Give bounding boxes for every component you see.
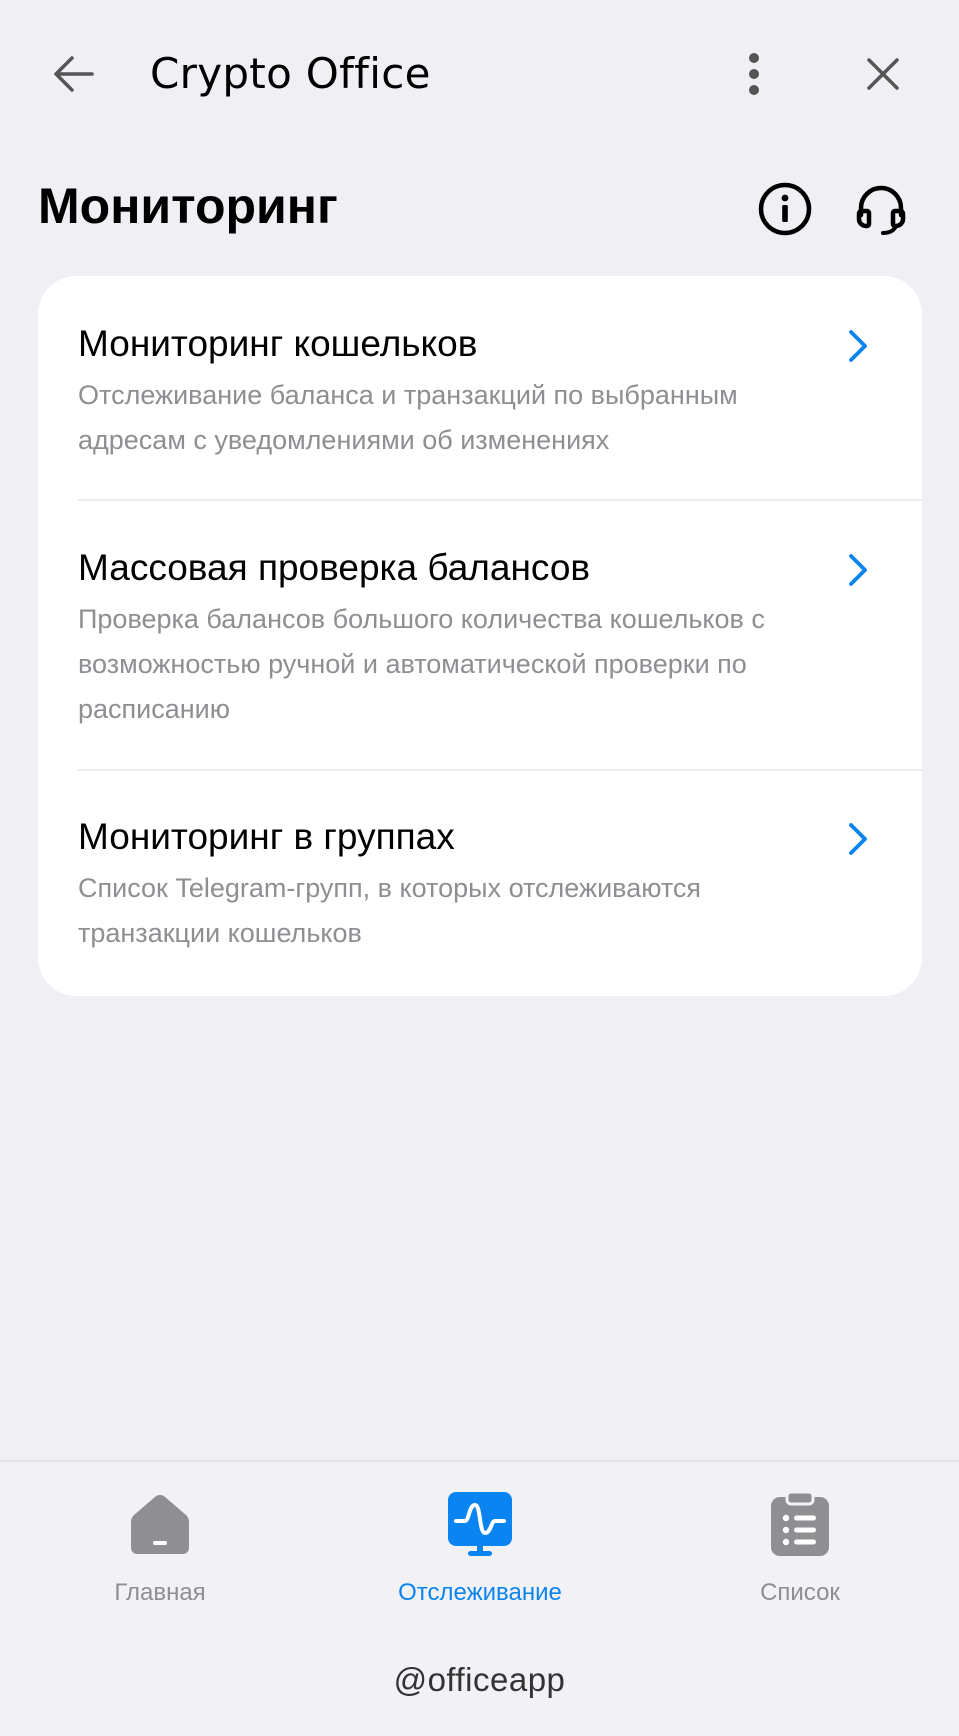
close-button[interactable] [853,44,913,104]
option-description: Отслеживание баланса и транзакций по выб… [78,380,738,455]
support-button[interactable] [852,180,910,238]
headset-icon [856,185,906,235]
bottom-navigation: Главная Отслеживание Список @officeapp [0,1460,959,1736]
option-bulk-balance-check[interactable]: Массовая проверка балансов Проверка бала… [38,501,922,769]
clipboard-list-icon [766,1490,834,1558]
back-button[interactable] [44,44,104,104]
option-description: Проверка балансов большого количества ко… [78,604,765,724]
chevron-right-icon [838,819,878,859]
app-title: Crypto Office [150,49,431,98]
option-title: Мониторинг в группах [78,816,455,857]
top-bar: Crypto Office [0,0,959,146]
monitoring-options-card: Мониторинг кошельков Отслеживание баланс… [38,276,922,996]
chevron-right-icon [838,326,878,366]
page-title: Мониторинг [38,178,338,234]
option-title: Массовая проверка балансов [78,547,591,588]
option-group-monitoring[interactable]: Мониторинг в группах Список Telegram-гру… [38,771,922,996]
nav-label: Список [760,1579,840,1606]
nav-item-list[interactable]: Список [690,1490,910,1620]
info-icon [758,182,812,236]
nav-item-home[interactable]: Главная [50,1490,270,1620]
chevron-right-icon [838,550,878,590]
more-vertical-icon [749,53,759,95]
option-description: Список Telegram-групп, в которых отслежи… [78,873,702,948]
bot-handle: @officeapp [393,1661,566,1698]
arrow-left-icon [54,56,94,92]
option-wallet-monitoring[interactable]: Мониторинг кошельков Отслеживание баланс… [38,276,922,500]
nav-item-tracking[interactable]: Отслеживание [370,1490,590,1620]
info-button[interactable] [756,180,814,238]
close-icon [867,58,899,90]
nav-label: Отслеживание [398,1579,562,1606]
more-menu-button[interactable] [724,44,784,104]
nav-label: Главная [114,1579,206,1606]
monitor-wave-icon [446,1490,514,1558]
option-title: Мониторинг кошельков [78,323,478,364]
home-icon [126,1490,194,1558]
app-root: Crypto Office Мониторинг Мониторинг коше… [0,0,959,1736]
